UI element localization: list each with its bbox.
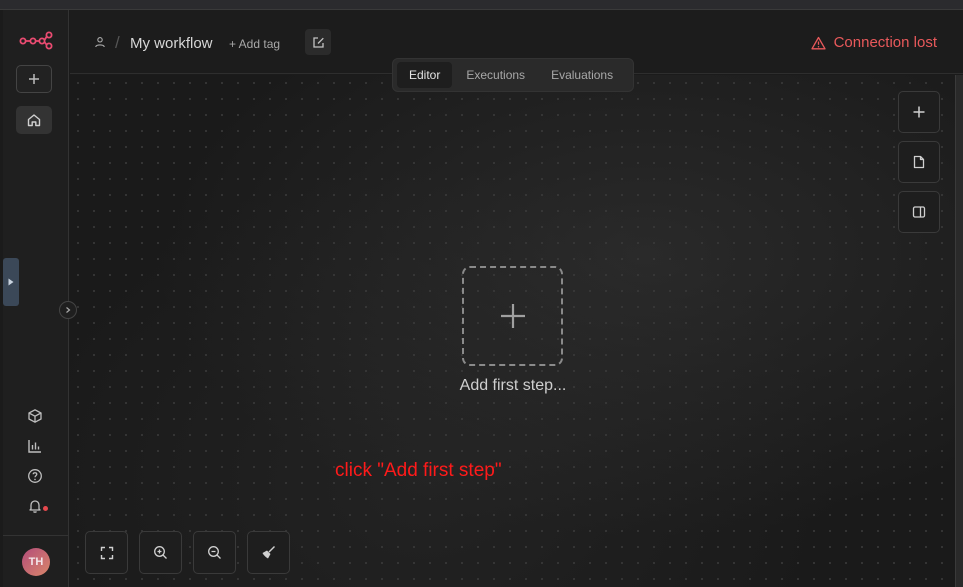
bell-icon [29,500,41,513]
templates-button[interactable] [24,405,46,427]
browser-top-strip [0,0,963,10]
panel-icon [912,206,926,218]
breadcrumb-separator: / [115,33,120,52]
tidy-up-button[interactable] [247,531,290,574]
right-panel-edge [955,75,963,587]
user-icon [95,37,105,48]
toggle-panel-button[interactable] [898,191,940,233]
workflow-name[interactable]: My workflow [130,35,213,52]
help-button[interactable] [24,465,46,487]
cube-icon [28,409,42,423]
home-icon [27,114,41,127]
view-tabs: Editor Executions Evaluations [392,58,634,92]
note-icon [913,155,925,169]
add-tag-button[interactable]: + Add tag [229,37,280,51]
insights-button[interactable] [24,435,46,457]
add-button[interactable] [16,65,52,93]
bar-chart-icon [28,440,41,453]
sidebar-divider [3,535,69,536]
plus-icon [913,106,925,118]
connection-status-label: Connection lost [833,34,937,51]
notification-badge [43,506,48,511]
fit-view-button[interactable] [85,531,128,574]
connection-status: Connection lost [810,34,937,51]
instruction-annotation: click "Add first step" [335,460,502,481]
zoom-in-icon [154,546,167,559]
tab-editor[interactable]: Editor [397,62,453,88]
avatar[interactable]: TH [22,548,50,576]
tab-evaluations[interactable]: Evaluations [539,62,625,88]
plus-icon [29,74,39,84]
expand-sidebar-button[interactable] [59,301,77,319]
open-nodes-panel-button[interactable] [898,91,940,133]
plus-icon [500,304,525,328]
add-first-step-button[interactable] [462,266,563,366]
n8n-logo-icon[interactable] [19,30,53,50]
warning-icon [810,36,826,49]
zoom-out-icon [208,546,221,559]
add-sticky-button[interactable] [898,141,940,183]
home-button[interactable] [16,106,52,134]
edit-icon [312,36,324,48]
help-circle-icon [28,469,42,483]
broom-icon [262,546,275,559]
tab-executions[interactable]: Executions [454,62,537,88]
chevron-right-icon [66,307,71,313]
chevron-right-icon [8,278,14,286]
zoom-in-button[interactable] [139,531,182,574]
zoom-out-button[interactable] [193,531,236,574]
add-first-step-label[interactable]: Add first step... [430,377,596,395]
side-panel-handle[interactable] [3,258,19,306]
edit-description-button[interactable] [305,29,331,55]
fit-view-icon [100,546,113,559]
